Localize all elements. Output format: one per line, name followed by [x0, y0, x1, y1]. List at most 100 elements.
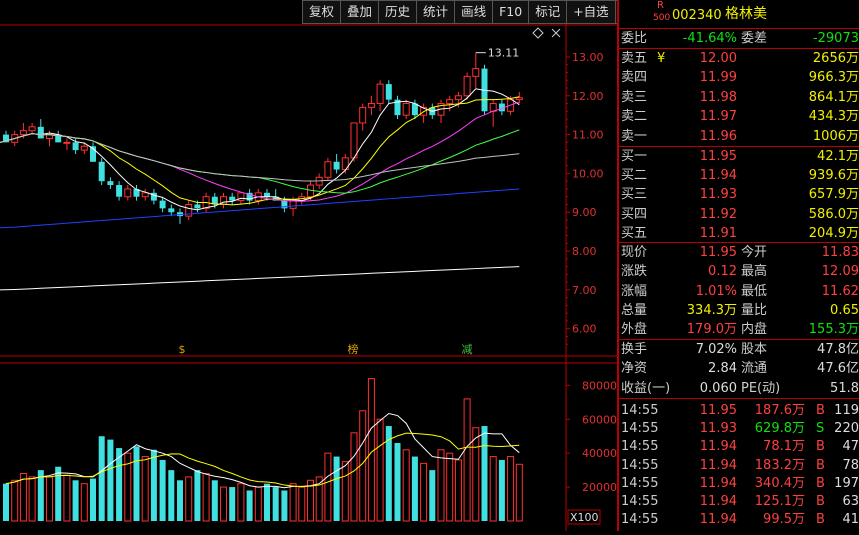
mark-button[interactable]: 标记 [528, 0, 567, 24]
bid-row[interactable]: 买一 11.95 42.1万 [619, 147, 859, 166]
volume-bar [150, 449, 157, 521]
ask-price: 12.00 [699, 51, 737, 66]
tick-time: 14:55 [621, 494, 659, 509]
candle-body [264, 192, 270, 197]
tick-time: 14:55 [621, 457, 659, 473]
add-watchlist-button[interactable]: +自选 [566, 0, 615, 24]
bid-volume: 657.9万 [808, 187, 859, 203]
ask-price: 11.96 [699, 128, 737, 144]
fundamental-value: 47.6亿 [817, 361, 859, 377]
kline-chart-area[interactable]: 13.00 12.00 11.00 10.00 9.00 8.00 7.00 6.00 8000… [0, 0, 617, 531]
volume-tick-label: 80000 [582, 379, 617, 392]
volume-bar [80, 483, 88, 522]
ask-label: 卖五 [621, 51, 648, 66]
bid-label: 买三 [621, 187, 648, 203]
tick-price: 11.93 [699, 421, 737, 437]
volume-bar [402, 449, 410, 522]
tick-row[interactable]: 14:55 11.95 187.6万 B 119 [619, 401, 859, 420]
volume-bar [98, 436, 105, 521]
candle-body [72, 142, 79, 151]
tick-side: B [816, 512, 825, 528]
volume-bar [298, 486, 306, 522]
f10-button[interactable]: F10 [492, 0, 529, 24]
kline-chart[interactable]: 13.00 12.00 11.00 10.00 9.00 8.00 7.00 6.00 8000… [0, 0, 617, 531]
volume-bar [229, 487, 236, 521]
chart-toolbar: 复权 叠加 历史 统计 画线 F10 标记 +自选 返回 [302, 0, 654, 24]
stat-row: 涨跌 0.12 最高 12.09 [619, 262, 859, 281]
tick-amount: 183.2万 [754, 457, 805, 473]
stat-value: 11.62 [821, 283, 859, 299]
draw-line-button[interactable]: 画线 [454, 0, 493, 24]
ask-row[interactable]: 卖一 11.96 1006万 [619, 127, 859, 146]
bid-volume: 204.9万 [808, 225, 859, 241]
tick-count: 63 [842, 494, 859, 509]
volume-bar [515, 463, 523, 522]
tick-row[interactable]: 14:55 11.94 78.1万 B 47 [619, 437, 859, 456]
tick-row[interactable]: 14:55 11.94 99.5万 B 41 [619, 510, 859, 529]
volume-bar [28, 476, 36, 522]
volume-bar [63, 474, 71, 522]
bid-row[interactable]: 买三 11.93 657.9万 [619, 185, 859, 204]
candle-body [359, 106, 367, 124]
tick-side: B [816, 439, 825, 455]
ask-row[interactable]: 卖五 ¥ 12.00 2656万 [619, 49, 859, 68]
volume-bar [376, 418, 384, 522]
tick-count: 197 [834, 475, 859, 491]
tick-price: 11.94 [699, 494, 737, 509]
volume-bar [202, 473, 210, 522]
volume-bar [46, 476, 53, 522]
bid-row[interactable]: 买二 11.94 939.6万 [619, 166, 859, 185]
volume-bar [333, 456, 340, 521]
price-tick-label: 6.00 [572, 323, 597, 336]
candle-body [159, 200, 166, 209]
candle-body [472, 68, 480, 77]
ask-row[interactable]: 卖四 11.99 966.3万 [619, 68, 859, 87]
ask-price: 11.98 [699, 89, 737, 105]
fundamental-label: PE(动) [741, 380, 781, 396]
ask-row[interactable]: 卖二 11.97 434.3万 [619, 107, 859, 126]
ma-line [0, 266, 520, 291]
volume-bar [254, 486, 262, 522]
restore-rights-button[interactable]: 复权 [302, 0, 341, 24]
statistics-button[interactable]: 统计 [416, 0, 455, 24]
price-tick-label: 10.00 [572, 167, 604, 180]
volume-bar [289, 483, 297, 522]
tick-side: S [816, 421, 825, 437]
candle-body [141, 192, 149, 198]
bid-volume: 586.0万 [808, 206, 859, 222]
tick-price: 11.94 [699, 475, 737, 491]
bid-row[interactable]: 买四 11.92 586.0万 [619, 205, 859, 224]
candle-body [367, 103, 375, 108]
divider [619, 398, 859, 399]
tick-price: 11.94 [699, 439, 737, 455]
volume-bar [507, 456, 515, 522]
tick-side: B [816, 475, 825, 491]
stock-code: 002340 [672, 8, 722, 23]
bid-label: 买四 [621, 206, 648, 222]
candle-body [515, 97, 523, 101]
tick-row[interactable]: 14:55 11.94 183.2万 B 78 [619, 456, 859, 475]
tick-row[interactable]: 14:55 11.94 340.4万 B 197 [619, 474, 859, 493]
volume-bar [3, 483, 9, 521]
fundamental-label: 净资 [621, 361, 648, 377]
candle-body [463, 75, 471, 97]
overlay-button[interactable]: 叠加 [340, 0, 379, 24]
bid-price: 11.93 [699, 187, 737, 203]
tick-time: 14:55 [621, 403, 659, 418]
bid-price: 11.94 [699, 168, 737, 184]
volume-bar [168, 470, 175, 521]
tick-amount: 340.4万 [754, 475, 805, 491]
max-price-label: 13.11 [488, 47, 520, 60]
volume-bar [420, 462, 428, 522]
volume-bar [472, 427, 480, 522]
stat-value: 1.01% [695, 283, 737, 299]
history-button[interactable]: 历史 [378, 0, 417, 24]
bid-price: 11.92 [699, 206, 737, 222]
bid-row[interactable]: 买五 11.91 204.9万 [619, 224, 859, 243]
tick-row[interactable]: 14:55 11.93 629.8万 S 220 [619, 419, 859, 438]
ask-row[interactable]: 卖三 11.98 864.1万 [619, 88, 859, 107]
tick-row[interactable]: 14:55 11.94 125.1万 B 63 [619, 492, 859, 511]
tick-count: 78 [842, 457, 859, 473]
stat-label: 涨跌 [621, 264, 648, 280]
tick-side: B [816, 403, 825, 418]
